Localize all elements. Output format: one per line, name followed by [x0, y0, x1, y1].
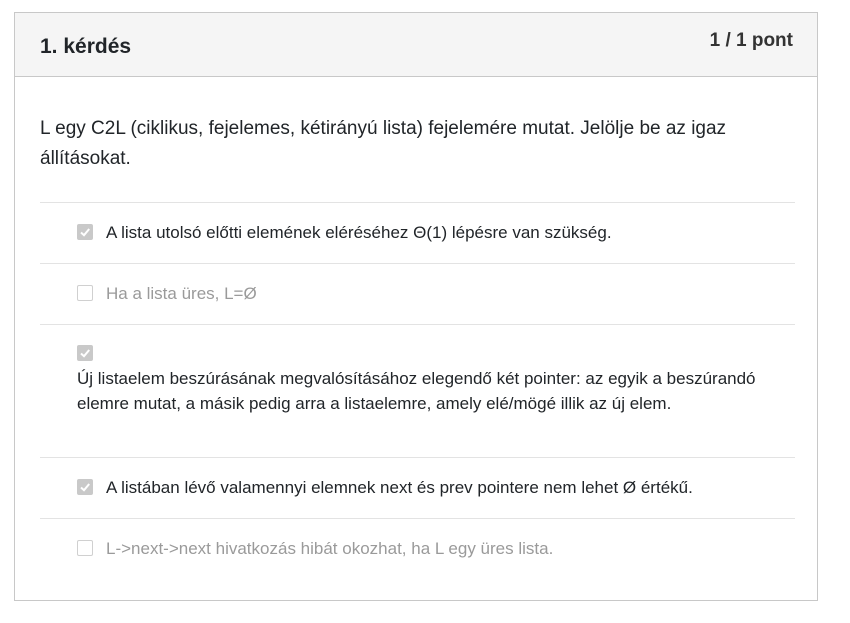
question-title: 1. kérdés — [40, 35, 132, 58]
checkmark-icon — [80, 349, 90, 358]
checkmark-icon — [80, 483, 90, 492]
question-text: L egy C2L (ciklikus, fejelemes, kétirány… — [40, 118, 727, 169]
checkmark-icon — [80, 228, 90, 237]
answer-label: A listában lévő valamennyi elemnek next … — [106, 478, 693, 497]
answer-label: Új listaelem beszúrásának megvalósításáh… — [77, 369, 756, 413]
answer-checkbox[interactable] — [77, 285, 93, 301]
answer-options: A lista utolsó előtti elemének eléréséhe… — [40, 202, 795, 579]
question-header: 1. kérdés 1 / 1 pont — [15, 13, 817, 77]
answer-label: A lista utolsó előtti elemének eléréséhe… — [106, 223, 612, 242]
answer-checkbox[interactable] — [77, 224, 93, 240]
answer-option: A listában lévő valamennyi elemnek next … — [40, 457, 795, 518]
answer-option: Új listaelem beszúrásának megvalósításáh… — [40, 324, 795, 457]
answer-label: L->next->next hivatkozás hibát okozhat, … — [106, 539, 554, 558]
answer-checkbox[interactable] — [77, 345, 93, 361]
answer-checkbox[interactable] — [77, 540, 93, 556]
answer-option: L->next->next hivatkozás hibát okozhat, … — [40, 518, 795, 579]
question-card: 1. kérdés 1 / 1 pont L egy C2L (ciklikus… — [14, 12, 818, 601]
answer-checkbox[interactable] — [77, 479, 93, 495]
answer-option: Ha a lista üres, L=Ø — [40, 263, 795, 324]
answer-label: Ha a lista üres, L=Ø — [106, 284, 257, 303]
question-score: 1 / 1 pont — [709, 30, 793, 51]
answer-option: A lista utolsó előtti elemének eléréséhe… — [40, 202, 795, 263]
